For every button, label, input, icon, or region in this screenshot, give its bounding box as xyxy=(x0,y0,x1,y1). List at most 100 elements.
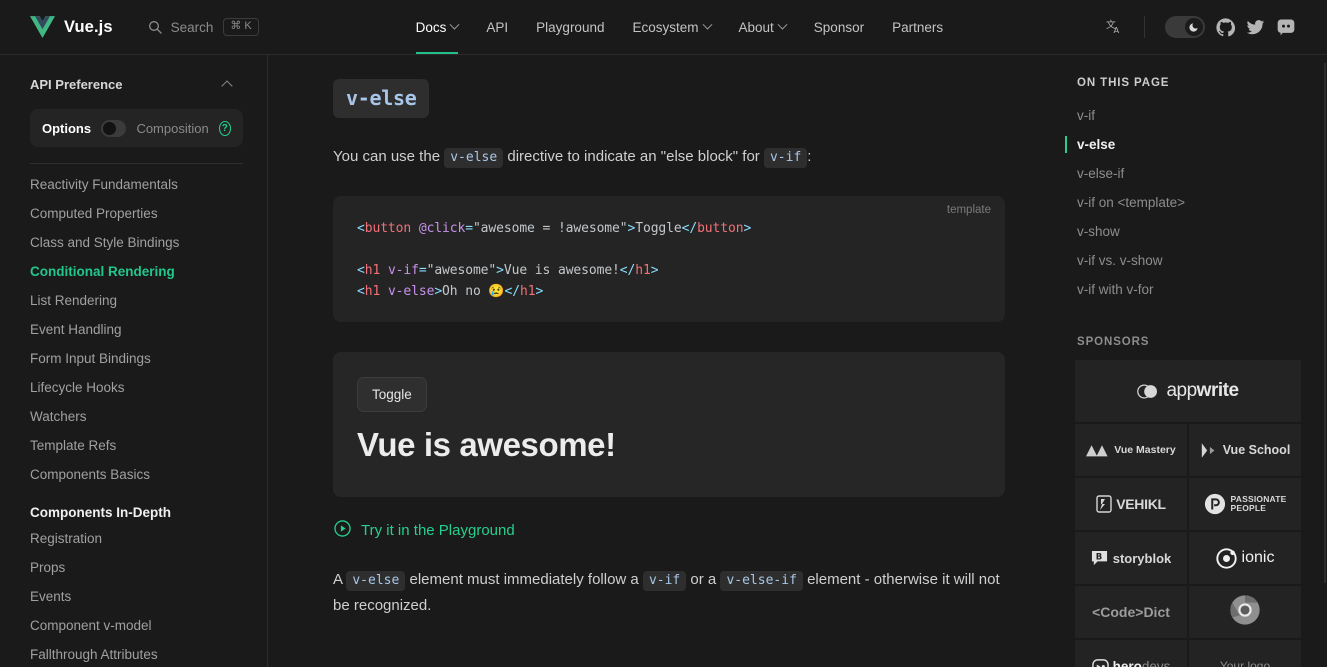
vue-logo-icon xyxy=(30,16,55,38)
nav-item-label: Sponsor xyxy=(813,19,865,35)
sponsor-herodevs[interactable]: herodevs xyxy=(1075,640,1187,667)
sidebar-item-lifecycle-hooks[interactable]: Lifecycle Hooks xyxy=(0,373,267,402)
sidebar-item-props[interactable]: Props xyxy=(0,553,267,582)
toc-item-v-if-on-template[interactable]: v-if on <template> xyxy=(1065,188,1295,217)
sponsor-grid: appwrite Vue Mastery Vue School VEHIKL P… xyxy=(1075,360,1301,667)
sponsor-passionate-people[interactable]: PASSIONATE PEOPLE xyxy=(1189,478,1301,530)
demo-heading: Vue is awesome! xyxy=(357,425,616,463)
sidebar-item-form-input-bindings[interactable]: Form Input Bindings xyxy=(0,344,267,373)
page-title: v-else xyxy=(333,79,430,118)
inline-code-v-else-2: v-else xyxy=(346,570,406,591)
nav-item-label: Playground xyxy=(536,19,605,35)
sidebar-item-event-handling[interactable]: Event Handling xyxy=(0,315,267,344)
api-preference-header[interactable]: API Preference xyxy=(0,73,267,95)
discord-icon[interactable] xyxy=(1271,12,1301,42)
search-button[interactable]: Search ⌘ K xyxy=(147,18,259,36)
sponsor-your-logo[interactable]: Your logo xyxy=(1189,640,1301,667)
nav-item-api[interactable]: API xyxy=(472,0,522,54)
nav-item-playground[interactable]: Playground xyxy=(522,0,618,54)
switch-knob xyxy=(103,121,117,135)
sponsor-chrome[interactable] xyxy=(1189,586,1301,638)
vue-mastery-logo-icon: Vue Mastery xyxy=(1086,443,1176,457)
demo-preview: Toggle Vue is awesome! xyxy=(333,351,1005,497)
left-sidebar[interactable]: API Preference Options Composition ? Rea… xyxy=(0,55,268,667)
note-text-part2: element must immediately follow a xyxy=(409,570,639,588)
nav-item-about[interactable]: About xyxy=(725,0,800,54)
chrome-logo-icon xyxy=(1229,594,1261,631)
toc-item-v-show[interactable]: v-show xyxy=(1065,217,1295,246)
sidebar-item-conditional-rendering[interactable]: Conditional Rendering xyxy=(0,257,267,286)
sponsor-codedict[interactable]: <Code>Dict xyxy=(1075,586,1187,638)
on-this-page-title: ON THIS PAGE xyxy=(1077,77,1170,89)
playground-link[interactable]: Try it in the Playground xyxy=(333,519,1005,543)
note-text-part1: A xyxy=(333,570,343,588)
toc-item-v-if[interactable]: v-if xyxy=(1065,101,1295,130)
svg-text:B: B xyxy=(1095,552,1101,562)
nav-item-label: Partners xyxy=(892,19,944,35)
intro-text-part3: : xyxy=(807,148,812,165)
nav-item-partners[interactable]: Partners xyxy=(878,0,957,54)
sidebar-item-registration[interactable]: Registration xyxy=(0,524,267,553)
aside-scrollbar[interactable] xyxy=(1324,63,1326,583)
sidebar-item-components-basics[interactable]: Components Basics xyxy=(0,460,267,489)
api-preference-title: API Preference xyxy=(30,76,123,92)
sidebar-item-reactivity-fundamentals[interactable]: Reactivity Fundamentals xyxy=(0,170,267,199)
dark-mode-toggle[interactable] xyxy=(1164,16,1205,38)
table-of-contents: v-if v-else v-else-if v-if on <template>… xyxy=(1065,101,1295,304)
search-shortcut-kbd: ⌘ K xyxy=(223,18,259,36)
navbar-divider xyxy=(1143,16,1145,38)
search-label: Search xyxy=(170,19,214,35)
toc-item-v-else-if[interactable]: v-else-if xyxy=(1065,159,1295,188)
sidebar-group-components-in-depth: Components In-Depth xyxy=(30,505,171,520)
sponsor-appwrite[interactable]: appwrite xyxy=(1075,360,1301,422)
toc-item-v-else[interactable]: v-else xyxy=(1065,130,1295,159)
storyblok-logo-icon: B storyblok xyxy=(1091,550,1172,567)
sidebar-item-template-refs[interactable]: Template Refs xyxy=(0,431,267,460)
nav-item-docs[interactable]: Docs xyxy=(402,0,473,54)
inline-code-v-if: v-if xyxy=(763,148,808,168)
vue-school-logo-icon: Vue School xyxy=(1200,442,1291,458)
sidebar-item-component-v-model[interactable]: Component v-model xyxy=(0,611,267,640)
code-block[interactable]: template <button @click="awesome = !awes… xyxy=(333,195,1005,322)
chevron-down-icon xyxy=(777,19,788,30)
translate-icon[interactable]: 文 A xyxy=(1100,12,1130,42)
nav-item-ecosystem[interactable]: Ecosystem xyxy=(618,0,724,54)
github-icon[interactable] xyxy=(1211,12,1241,42)
sponsor-label: ionic xyxy=(1241,549,1275,566)
inline-code-v-else: v-else xyxy=(444,148,504,168)
sidebar-item-list-rendering[interactable]: List Rendering xyxy=(0,286,267,315)
twitter-icon[interactable] xyxy=(1241,12,1271,42)
moon-icon xyxy=(1184,18,1203,36)
chevron-up-icon xyxy=(221,79,233,92)
options-api-label: Options xyxy=(42,120,92,136)
toc-item-v-if-with-v-for[interactable]: v-if with v-for xyxy=(1065,275,1295,304)
help-icon[interactable]: ? xyxy=(218,120,231,136)
toc-item-v-if-vs-v-show[interactable]: v-if vs. v-show xyxy=(1065,246,1295,275)
sidebar-item-events[interactable]: Events xyxy=(0,582,267,611)
sidebar-item-computed-properties[interactable]: Computed Properties xyxy=(0,199,267,228)
sponsor-ionic[interactable]: ionic xyxy=(1189,532,1301,584)
sidebar-item-watchers[interactable]: Watchers xyxy=(0,402,267,431)
chevron-down-icon xyxy=(702,19,712,30)
ionic-logo-icon: ionic xyxy=(1215,547,1275,569)
demo-toggle-button[interactable]: Toggle xyxy=(357,376,427,412)
composition-api-label: Composition xyxy=(136,120,209,136)
sponsor-label: Vue School xyxy=(1222,443,1291,457)
sponsor-vehikl[interactable]: VEHIKL xyxy=(1075,478,1187,530)
sponsor-label: storyblok xyxy=(1112,550,1172,566)
brand-home-link[interactable]: Vue.js xyxy=(30,16,113,38)
note-paragraph: A v-else element must immediately follow… xyxy=(333,567,1005,619)
sponsor-vue-mastery[interactable]: Vue Mastery xyxy=(1075,424,1187,476)
sidebar-item-class-and-style-bindings[interactable]: Class and Style Bindings xyxy=(0,228,267,257)
sponsor-vue-school[interactable]: Vue School xyxy=(1189,424,1301,476)
sponsors-title: SPONSORS xyxy=(1077,336,1150,348)
nav-item-label: Ecosystem xyxy=(632,19,699,35)
sponsor-storyblok[interactable]: B storyblok xyxy=(1075,532,1187,584)
top-navbar: Vue.js Search ⌘ K Docs API Playground Ec… xyxy=(0,0,1327,55)
sponsor-label: Vue Mastery xyxy=(1114,444,1176,456)
nav-item-sponsor[interactable]: Sponsor xyxy=(800,0,878,54)
appwrite-logo-icon: appwrite xyxy=(1137,380,1239,402)
sidebar-item-fallthrough-attributes[interactable]: Fallthrough Attributes xyxy=(0,640,267,667)
search-icon xyxy=(147,19,163,35)
api-preference-switch[interactable] xyxy=(101,119,127,137)
